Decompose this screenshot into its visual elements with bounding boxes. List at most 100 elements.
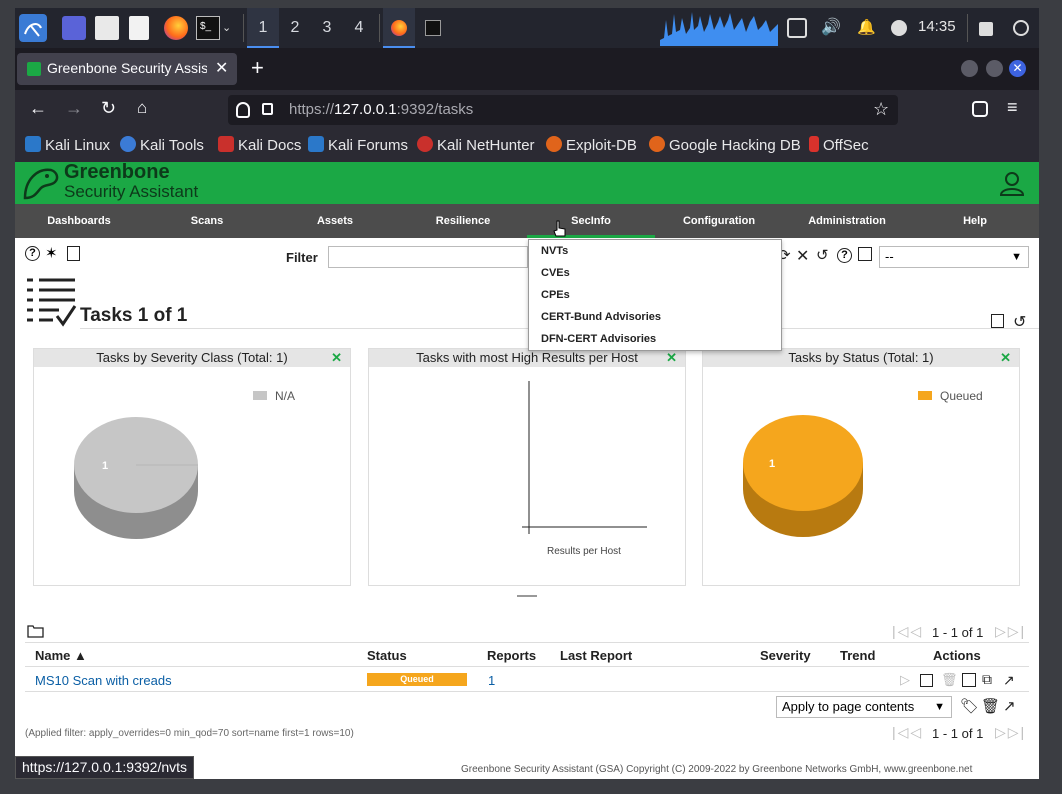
new-tab-icon[interactable]: + <box>251 55 264 81</box>
minimize-window-icon[interactable] <box>961 60 978 77</box>
panel-title: Tasks with most High Results per Host ✕ <box>369 349 685 367</box>
reports-count-link[interactable]: 1 <box>488 673 495 688</box>
filter-clear-icon[interactable]: ✕ <box>796 246 809 266</box>
close-panel-icon[interactable]: ✕ <box>331 349 342 367</box>
files-icon[interactable] <box>95 16 119 40</box>
workspace-2[interactable]: 2 <box>279 8 311 48</box>
url-path: :9392/tasks <box>396 101 474 118</box>
dashboard-resize-handle[interactable] <box>517 595 537 597</box>
help-icon[interactable]: ? <box>25 246 40 261</box>
volume-icon[interactable]: 🔊 <box>821 18 841 38</box>
home-icon[interactable]: ⌂ <box>137 98 147 118</box>
close-panel-icon[interactable]: ✕ <box>1000 349 1011 367</box>
logout-icon[interactable] <box>1013 20 1029 36</box>
pie-chart-severity[interactable]: 1 <box>72 417 202 547</box>
firefox-window-button[interactable] <box>383 8 415 48</box>
trash-disabled-icon[interactable]: 🗑 <box>941 672 958 688</box>
menu-administration[interactable]: Administration <box>783 204 911 238</box>
col-name[interactable]: Name ▲ <box>35 648 87 663</box>
shield-icon[interactable] <box>236 102 250 118</box>
bulk-action-select[interactable]: Apply to page contents ▼ <box>776 696 952 718</box>
bookmark-exploit-db[interactable]: Exploit-DB <box>546 136 637 156</box>
menu-scans[interactable]: Scans <box>143 204 271 238</box>
secinfo-nvts[interactable]: NVTs <box>529 240 781 262</box>
bulk-export-icon[interactable]: ↗ <box>1003 697 1016 715</box>
pagination-first-prev-icon-bottom[interactable]: |◁◁ <box>892 724 923 741</box>
reset-dashboard-icon[interactable]: ↺ <box>1013 312 1026 332</box>
pocket-icon[interactable] <box>972 101 988 117</box>
maximize-window-icon[interactable] <box>986 60 1003 77</box>
task-name-link[interactable]: MS10 Scan with creads <box>35 673 172 688</box>
col-last-report[interactable]: Last Report <box>560 648 632 663</box>
text-editor-icon[interactable] <box>129 16 149 40</box>
bookmark-offsec[interactable]: OffSec <box>809 136 869 156</box>
lock-icon[interactable] <box>262 103 273 115</box>
notification-bell-icon[interactable]: 🔔 <box>857 18 877 38</box>
col-status[interactable]: Status <box>367 648 407 663</box>
filter-reset-icon[interactable]: ↺ <box>816 246 829 264</box>
menu-secinfo[interactable]: SecInfo <box>527 204 655 238</box>
close-tab-icon[interactable]: ✕ <box>215 58 228 78</box>
workspace-4[interactable]: 4 <box>343 8 375 48</box>
pagination-next-last-icon-bottom[interactable]: ▷▷| <box>995 724 1026 741</box>
bookmark-kali-linux[interactable]: Kali Linux <box>25 136 110 156</box>
greenbone-logo-icon[interactable] <box>21 164 61 202</box>
close-window-icon[interactable]: ✕ <box>1009 60 1026 77</box>
col-severity[interactable]: Severity <box>760 648 811 663</box>
filter-select[interactable]: -- ▼ <box>879 246 1029 268</box>
kali-menu-icon[interactable] <box>19 14 47 42</box>
bookmark-kali-docs[interactable]: Kali Docs <box>218 136 301 156</box>
user-profile-icon[interactable] <box>999 170 1025 196</box>
desktop-icon[interactable] <box>62 16 86 40</box>
browser-tab[interactable]: Greenbone Security Assist ✕ <box>17 53 237 85</box>
terminal-icon[interactable]: $_ <box>196 16 220 40</box>
close-panel-icon[interactable]: ✕ <box>666 349 677 367</box>
col-trend[interactable]: Trend <box>840 648 875 663</box>
secinfo-cert-bund[interactable]: CERT-Bund Advisories <box>529 306 781 328</box>
filter-help-icon[interactable]: ? <box>837 248 852 263</box>
edit-task-icon[interactable] <box>962 673 976 687</box>
edit-filter-icon[interactable] <box>858 247 872 261</box>
filter-input[interactable] <box>328 246 528 268</box>
terminal-window-button[interactable] <box>425 20 441 36</box>
back-arrow-icon[interactable]: ← <box>29 98 47 119</box>
wizard-icon[interactable]: ✶ <box>45 244 58 262</box>
url-bar[interactable]: https://127.0.0.1:9392/tasks ☆ <box>228 95 898 125</box>
reload-icon[interactable]: ↻ <box>101 98 116 119</box>
workspace-1[interactable]: 1 <box>247 8 279 48</box>
bookmark-kali-nethunter[interactable]: Kali NetHunter <box>417 136 535 156</box>
power-manager-icon[interactable] <box>891 20 907 36</box>
bookmark-kali-forums[interactable]: Kali Forums <box>308 136 408 156</box>
export-task-icon[interactable]: ↗ <box>1003 672 1015 689</box>
pagination-first-prev-icon[interactable]: |◁◁ <box>892 623 923 640</box>
folder-icon[interactable] <box>27 624 44 638</box>
menu-configuration[interactable]: Configuration <box>655 204 783 238</box>
menu-hamburger-icon[interactable]: ≡ <box>1007 97 1018 118</box>
firefox-icon[interactable] <box>164 16 188 40</box>
tag-icon[interactable]: 🏷 <box>960 697 979 715</box>
forward-arrow-icon[interactable]: → <box>65 98 83 119</box>
workspace-3[interactable]: 3 <box>311 8 343 48</box>
menu-dashboards[interactable]: Dashboards <box>15 204 143 238</box>
bookmark-google-hacking-db[interactable]: Google Hacking DB <box>649 136 801 156</box>
add-dashboard-icon[interactable] <box>991 314 1004 328</box>
pie-chart-status[interactable]: 1 <box>741 415 871 545</box>
lock-icon[interactable] <box>979 22 993 36</box>
col-reports[interactable]: Reports <box>487 648 536 663</box>
stop-task-icon[interactable] <box>920 674 933 687</box>
start-task-icon[interactable]: ▷ <box>900 672 910 688</box>
bookmark-star-icon[interactable]: ☆ <box>873 99 889 120</box>
network-icon[interactable] <box>787 18 807 38</box>
secinfo-cpes[interactable]: CPEs <box>529 284 781 306</box>
menu-help[interactable]: Help <box>911 204 1039 238</box>
clone-task-icon[interactable]: ⧉ <box>982 671 992 688</box>
bookmark-kali-tools[interactable]: Kali Tools <box>120 136 204 156</box>
new-task-icon[interactable] <box>67 246 80 261</box>
pagination-next-last-icon[interactable]: ▷▷| <box>995 623 1026 640</box>
menu-assets[interactable]: Assets <box>271 204 399 238</box>
secinfo-dfn-cert[interactable]: DFN-CERT Advisories <box>529 328 781 350</box>
chevron-down-icon[interactable]: ⌄ <box>222 16 234 40</box>
bulk-delete-icon[interactable]: 🗑 <box>981 697 1000 715</box>
menu-resilience[interactable]: Resilience <box>399 204 527 238</box>
secinfo-cves[interactable]: CVEs <box>529 262 781 284</box>
